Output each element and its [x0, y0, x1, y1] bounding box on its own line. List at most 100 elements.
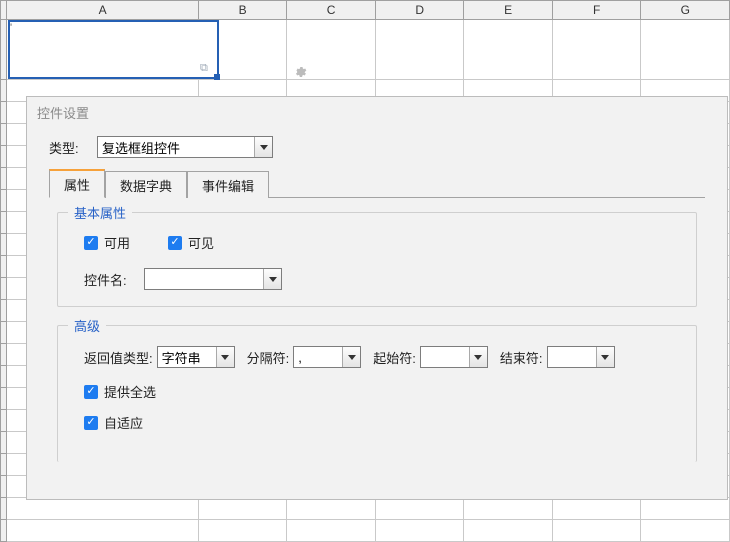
col-header-G[interactable]: G — [641, 0, 730, 20]
cell-C21[interactable] — [287, 498, 376, 520]
return-type-dropdown-button[interactable] — [216, 347, 234, 367]
end-char-combo[interactable] — [547, 346, 615, 368]
type-combo-input[interactable] — [98, 137, 254, 157]
row-header-3[interactable] — [0, 102, 7, 124]
row-header-12[interactable] — [0, 300, 7, 322]
row-header-5[interactable] — [0, 146, 7, 168]
column-headers: A B C D E F G — [0, 0, 730, 20]
checkbox-enabled-label: 可用 — [104, 233, 130, 252]
cell-C22[interactable] — [287, 520, 376, 542]
chevron-down-icon — [601, 355, 609, 360]
chevron-down-icon — [348, 355, 356, 360]
widget-name-combo[interactable] — [144, 268, 282, 290]
start-char-input[interactable] — [421, 347, 469, 367]
cell-E22[interactable] — [464, 520, 553, 542]
fieldset-advanced: 高级 返回值类型: 分隔符: — [57, 325, 697, 462]
gear-icon[interactable] — [293, 65, 307, 82]
cell-D21[interactable] — [376, 498, 465, 520]
return-type-input[interactable] — [158, 347, 216, 367]
type-label: 类型: — [49, 138, 97, 157]
cell-B21[interactable] — [199, 498, 288, 520]
type-combo-dropdown-button[interactable] — [254, 137, 272, 157]
row-header-9[interactable] — [0, 234, 7, 256]
chevron-down-icon — [269, 277, 277, 282]
row-header-14[interactable] — [0, 344, 7, 366]
start-char-dropdown-button[interactable] — [469, 347, 487, 367]
checkbox-select-all[interactable]: ✓ 提供全选 — [84, 382, 156, 401]
cell-F22[interactable] — [553, 520, 642, 542]
col-header-F[interactable]: F — [553, 0, 642, 20]
corner-cell[interactable] — [0, 0, 7, 20]
widget-name-input[interactable] — [145, 269, 263, 289]
row-header-15[interactable] — [0, 366, 7, 388]
tab-attributes[interactable]: 属性 — [49, 169, 105, 198]
row-header-7[interactable] — [0, 190, 7, 212]
chevron-down-icon — [474, 355, 482, 360]
row-header-13[interactable] — [0, 322, 7, 344]
col-header-A[interactable]: A — [7, 0, 198, 20]
tab-data-dictionary[interactable]: 数据字典 — [105, 171, 187, 198]
separator-dropdown-button[interactable] — [342, 347, 360, 367]
separator-combo[interactable] — [293, 346, 361, 368]
type-combo[interactable] — [97, 136, 273, 158]
widget-glyph-icon: ⧉ — [200, 62, 208, 75]
start-char-label: 起始符: — [373, 348, 416, 367]
row-header-17[interactable] — [0, 410, 7, 432]
cell-E1[interactable] — [464, 20, 553, 80]
row-header-1[interactable] — [0, 20, 7, 80]
end-char-input[interactable] — [548, 347, 596, 367]
tabs: 属性 数据字典 事件编辑 — [49, 172, 705, 198]
start-char-combo[interactable] — [420, 346, 488, 368]
col-header-E[interactable]: E — [464, 0, 553, 20]
checkbox-icon: ✓ — [84, 385, 98, 399]
cell-B1[interactable] — [199, 20, 288, 80]
tab-event-edit[interactable]: 事件编辑 — [187, 171, 269, 198]
col-header-B[interactable]: B — [199, 0, 288, 20]
cell-D22[interactable] — [376, 520, 465, 542]
checkbox-icon: ✓ — [84, 236, 98, 250]
row-header-20[interactable] — [0, 476, 7, 498]
separator-input[interactable] — [294, 347, 342, 367]
row-header-16[interactable] — [0, 388, 7, 410]
cell-B22[interactable] — [199, 520, 288, 542]
row-header-18[interactable] — [0, 432, 7, 454]
fieldset-basic: 基本属性 ✓ 可用 ✓ 可见 控件名: — [57, 212, 697, 307]
col-header-C[interactable]: C — [287, 0, 376, 20]
row-header-10[interactable] — [0, 256, 7, 278]
end-char-label: 结束符: — [500, 348, 543, 367]
cell-A21[interactable] — [7, 498, 198, 520]
cell-E21[interactable] — [464, 498, 553, 520]
row-header-22[interactable] — [0, 520, 7, 542]
row-header-11[interactable] — [0, 278, 7, 300]
end-char-dropdown-button[interactable] — [596, 347, 614, 367]
widget-name-label: 控件名: — [84, 270, 144, 289]
checkbox-select-all-label: 提供全选 — [104, 382, 156, 401]
checkbox-adaptive[interactable]: ✓ 自适应 — [84, 413, 143, 432]
return-type-combo[interactable] — [157, 346, 235, 368]
row-header-4[interactable] — [0, 124, 7, 146]
row-header-19[interactable] — [0, 454, 7, 476]
row-header-8[interactable] — [0, 212, 7, 234]
panel-title: 控件设置 — [27, 97, 727, 132]
cell-A22[interactable] — [7, 520, 198, 542]
cell-G22[interactable] — [641, 520, 730, 542]
cell-G21[interactable] — [641, 498, 730, 520]
cell-G1[interactable] — [641, 20, 730, 80]
checkbox-adaptive-label: 自适应 — [104, 413, 143, 432]
widget-name-dropdown-button[interactable] — [263, 269, 281, 289]
cell-D1[interactable] — [376, 20, 465, 80]
row-header-6[interactable] — [0, 168, 7, 190]
checkbox-icon: ✓ — [84, 416, 98, 430]
cell-A1[interactable] — [7, 20, 198, 80]
separator-label: 分隔符: — [247, 348, 290, 367]
cell-F21[interactable] — [553, 498, 642, 520]
row-header-2[interactable] — [0, 80, 7, 102]
checkbox-enabled[interactable]: ✓ 可用 — [84, 233, 130, 252]
fieldset-advanced-legend: 高级 — [68, 316, 106, 335]
row-header-21[interactable] — [0, 498, 7, 520]
return-type-label: 返回值类型: — [84, 348, 153, 367]
col-header-D[interactable]: D — [376, 0, 465, 20]
cell-F1[interactable] — [553, 20, 642, 80]
checkbox-visible[interactable]: ✓ 可见 — [168, 233, 214, 252]
cell-prefix-mark: ' — [10, 22, 12, 34]
